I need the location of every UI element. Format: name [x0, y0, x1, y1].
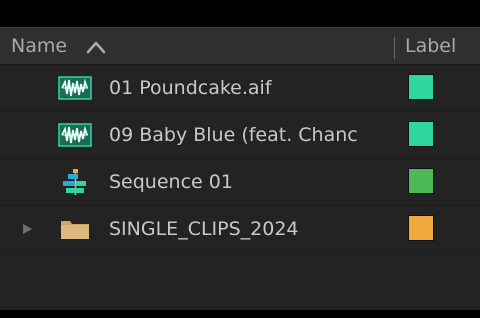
- item-name: Sequence 01: [109, 171, 233, 193]
- sequence-icon: [63, 169, 86, 195]
- label-color-swatch[interactable]: [408, 168, 434, 194]
- list-item[interactable]: 09 Baby Blue (feat. Chanc: [0, 112, 480, 159]
- label-color-swatch[interactable]: [408, 121, 434, 147]
- audio-clip-icon: [58, 76, 92, 100]
- label-column-header[interactable]: Label: [405, 28, 456, 64]
- audio-clip-icon: [58, 123, 92, 147]
- list-item[interactable]: Sequence 01: [0, 159, 480, 206]
- item-name: 09 Baby Blue (feat. Chanc: [109, 124, 358, 146]
- folder-icon: [61, 221, 89, 239]
- chevron-up-icon[interactable]: [86, 40, 106, 54]
- label-color-swatch[interactable]: [408, 74, 434, 100]
- name-column-header[interactable]: Name: [11, 28, 67, 64]
- label-color-swatch[interactable]: [408, 215, 434, 241]
- column-header: Name Label: [0, 28, 480, 65]
- item-name: 01 Poundcake.aif: [109, 77, 272, 99]
- item-name: SINGLE_CLIPS_2024: [109, 218, 299, 240]
- column-divider[interactable]: [394, 37, 395, 59]
- project-panel: Name Label 01 Poundcake.aif 09 Baby Blue…: [0, 27, 480, 311]
- panel-bottom-edge: [0, 310, 480, 318]
- list-item[interactable]: SINGLE_CLIPS_2024: [0, 206, 480, 253]
- list-item[interactable]: 01 Poundcake.aif: [0, 65, 480, 112]
- expand-triangle-icon[interactable]: [21, 223, 33, 235]
